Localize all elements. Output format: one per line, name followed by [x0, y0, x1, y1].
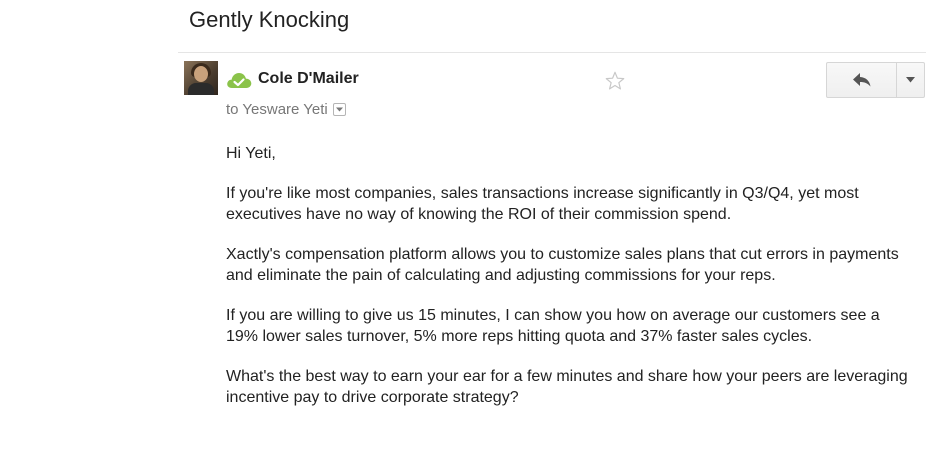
star-outline-icon[interactable]	[604, 70, 626, 92]
reply-button[interactable]	[827, 63, 897, 97]
body-paragraph: What's the best way to earn your ear for…	[226, 368, 908, 406]
sender-name: Cole D'Mailer	[258, 70, 359, 87]
caret-down-icon	[335, 107, 343, 112]
more-options-button[interactable]	[897, 63, 924, 97]
sender-avatar[interactable]	[184, 61, 218, 95]
cloud-check-icon	[227, 73, 252, 88]
email-body: Hi Yeti, If you're like most companies, …	[226, 143, 916, 427]
reply-arrow-icon	[852, 73, 870, 87]
reply-button-group	[826, 62, 925, 98]
recipient-details-toggle[interactable]	[332, 103, 346, 116]
greeting: Hi Yeti,	[226, 145, 276, 162]
recipient-label: to Yesware Yeti	[226, 101, 328, 118]
body-paragraph: If you are willing to give us 15 minutes…	[226, 307, 880, 345]
recipient-row: to Yesware Yeti	[226, 101, 346, 118]
body-paragraph: If you're like most companies, sales tra…	[226, 185, 859, 223]
caret-down-icon	[906, 77, 915, 83]
body-paragraph: Xactly's compensation platform allows yo…	[226, 246, 899, 284]
header-divider	[178, 52, 926, 53]
email-subject: Gently Knocking	[189, 7, 350, 32]
